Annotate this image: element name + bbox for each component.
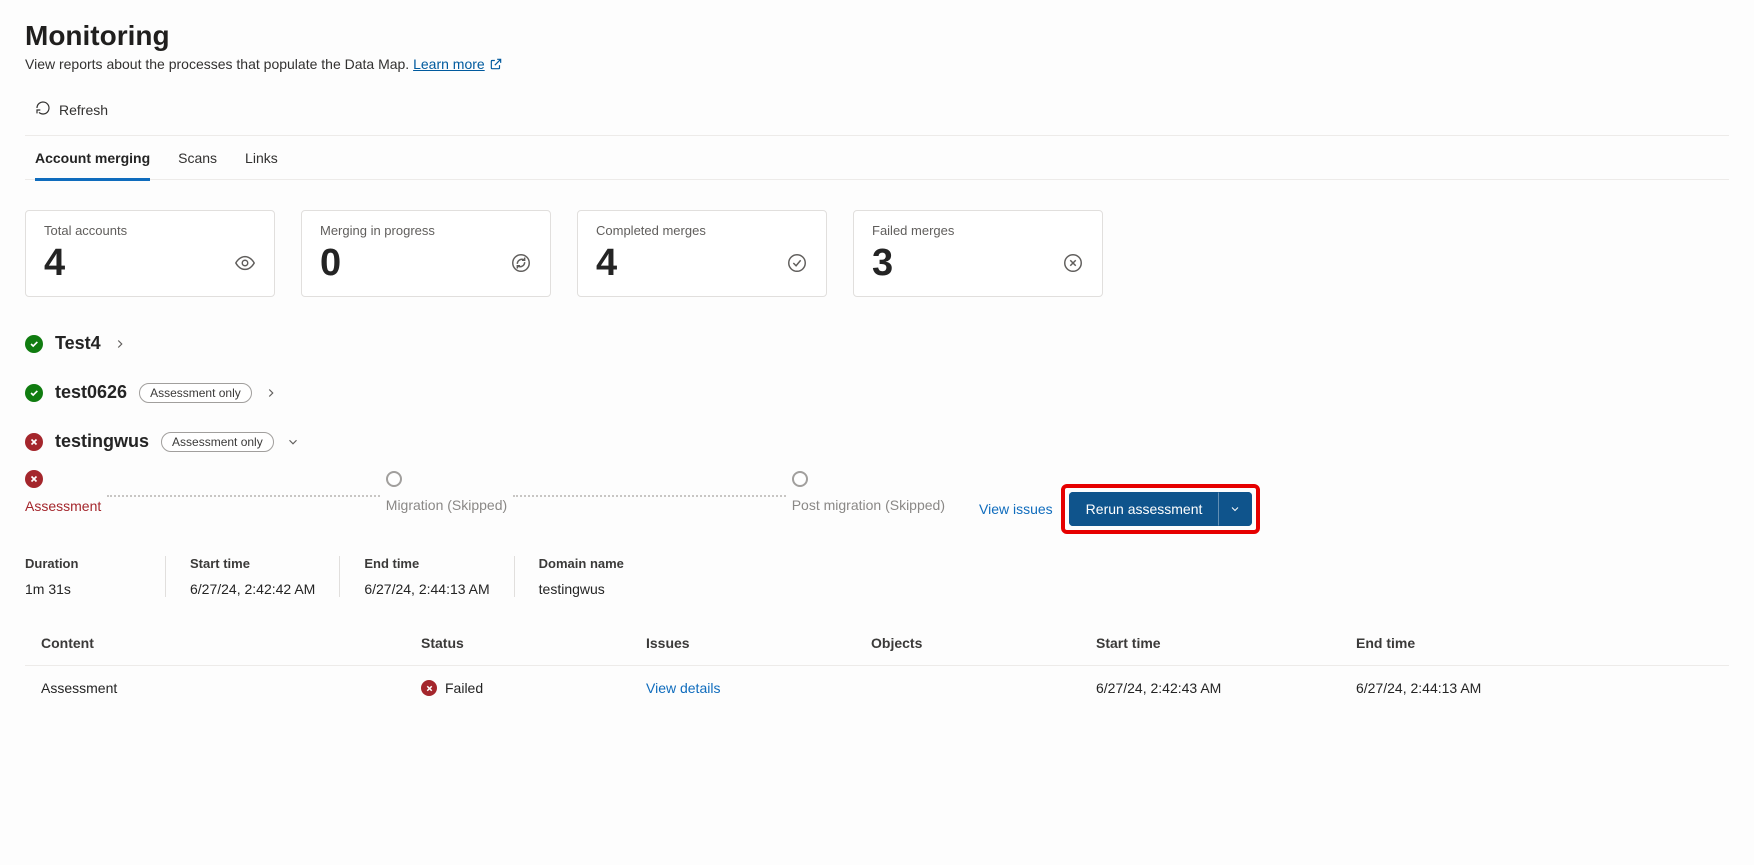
step-label: Migration (Skipped) xyxy=(386,497,507,513)
step-pending-icon xyxy=(792,471,808,487)
check-circle-icon xyxy=(786,252,808,274)
page-title: Monitoring xyxy=(25,20,1729,52)
metric-label: Merging in progress xyxy=(320,223,532,238)
learn-more-link[interactable]: Learn more xyxy=(413,56,503,72)
step-label: Post migration (Skipped) xyxy=(792,497,945,513)
meta-label: Start time xyxy=(190,556,315,571)
meta-value: 6/27/24, 2:42:42 AM xyxy=(190,581,315,597)
meta-duration: Duration 1m 31s xyxy=(25,556,165,597)
step-migration: Migration (Skipped) xyxy=(386,471,507,513)
account-name: Test4 xyxy=(55,333,101,354)
meta-label: Domain name xyxy=(539,556,630,571)
meta-value: 6/27/24, 2:44:13 AM xyxy=(364,581,489,597)
metric-label: Completed merges xyxy=(596,223,808,238)
rerun-assessment-button[interactable]: Rerun assessment xyxy=(1069,492,1219,526)
metrics-row: Total accounts 4 Merging in progress 0 xyxy=(25,210,1729,297)
account-list: Test4 test0626 Assessment only testingwu… xyxy=(25,319,1729,710)
cell-content: Assessment xyxy=(41,680,421,696)
meta-row: Duration 1m 31s Start time 6/27/24, 2:42… xyxy=(25,556,1729,597)
step-post-migration: Post migration (Skipped) xyxy=(792,471,945,513)
account-expanded-detail: Assessment Migration (Skipped) Post migr… xyxy=(25,470,1729,710)
status-error-icon xyxy=(421,680,437,696)
chevron-down-icon xyxy=(1229,503,1241,515)
status-success-icon xyxy=(25,335,43,353)
assessment-only-badge: Assessment only xyxy=(161,432,274,452)
metric-value: 4 xyxy=(44,244,65,282)
metric-label: Total accounts xyxy=(44,223,256,238)
metric-value: 0 xyxy=(320,244,341,282)
progress-track: Assessment Migration (Skipped) Post migr… xyxy=(25,470,945,514)
progress-row: Assessment Migration (Skipped) Post migr… xyxy=(25,470,1729,534)
col-status: Status xyxy=(421,635,646,651)
table-row: Assessment Failed View details 6/27/24, … xyxy=(25,666,1729,710)
refresh-icon xyxy=(35,100,51,119)
col-content: Content xyxy=(41,635,421,651)
metric-card-completed-merges[interactable]: Completed merges 4 xyxy=(577,210,827,297)
col-end: End time xyxy=(1356,635,1713,651)
col-objects: Objects xyxy=(871,635,1096,651)
table-header: Content Status Issues Objects Start time… xyxy=(25,621,1729,666)
meta-value: testingwus xyxy=(539,581,630,597)
rerun-highlight-box: Rerun assessment xyxy=(1061,484,1261,534)
tab-account-merging[interactable]: Account merging xyxy=(35,136,150,180)
step-connector xyxy=(513,495,786,497)
status-success-icon xyxy=(25,384,43,402)
step-connector xyxy=(107,495,380,497)
cell-end: 6/27/24, 2:44:13 AM xyxy=(1356,680,1713,696)
metric-value: 3 xyxy=(872,244,893,282)
tab-links[interactable]: Links xyxy=(245,136,278,180)
chevron-right-icon xyxy=(264,386,278,400)
view-details-link[interactable]: View details xyxy=(646,680,720,696)
eye-icon xyxy=(234,252,256,274)
account-row-test0626[interactable]: test0626 Assessment only xyxy=(25,368,1729,417)
sync-icon xyxy=(510,252,532,274)
rerun-assessment-split-button: Rerun assessment xyxy=(1069,492,1253,526)
metric-value: 4 xyxy=(596,244,617,282)
account-row-testingwus[interactable]: testingwus Assessment only xyxy=(25,417,1729,466)
step-label: Assessment xyxy=(25,498,101,514)
assessment-only-badge: Assessment only xyxy=(139,383,252,403)
meta-label: End time xyxy=(364,556,489,571)
progress-actions: View issues Rerun assessment xyxy=(979,470,1260,534)
page-subtitle-text: View reports about the processes that po… xyxy=(25,56,409,72)
rerun-assessment-dropdown[interactable] xyxy=(1218,492,1252,526)
meta-domain-name: Domain name testingwus xyxy=(514,556,654,597)
tabs: Account merging Scans Links xyxy=(25,136,1729,180)
meta-label: Duration xyxy=(25,556,141,571)
chevron-right-icon xyxy=(113,337,127,351)
meta-end-time: End time 6/27/24, 2:44:13 AM xyxy=(339,556,513,597)
toolbar: Refresh xyxy=(25,94,1729,136)
account-name: testingwus xyxy=(55,431,149,452)
cell-issues: View details xyxy=(646,680,871,696)
cell-start: 6/27/24, 2:42:43 AM xyxy=(1096,680,1356,696)
external-link-icon xyxy=(489,57,503,71)
page-subtitle: View reports about the processes that po… xyxy=(25,56,1729,72)
metric-label: Failed merges xyxy=(872,223,1084,238)
account-name: test0626 xyxy=(55,382,127,403)
step-pending-icon xyxy=(386,471,402,487)
col-start: Start time xyxy=(1096,635,1356,651)
metric-card-failed-merges[interactable]: Failed merges 3 xyxy=(853,210,1103,297)
cell-status: Failed xyxy=(421,680,646,696)
col-issues: Issues xyxy=(646,635,871,651)
step-assessment: Assessment xyxy=(25,470,101,514)
metric-card-merging-in-progress[interactable]: Merging in progress 0 xyxy=(301,210,551,297)
metric-card-total-accounts[interactable]: Total accounts 4 xyxy=(25,210,275,297)
status-error-icon xyxy=(25,433,43,451)
meta-start-time: Start time 6/27/24, 2:42:42 AM xyxy=(165,556,339,597)
step-error-icon xyxy=(25,470,43,488)
x-circle-icon xyxy=(1062,252,1084,274)
view-issues-link[interactable]: View issues xyxy=(979,501,1053,517)
chevron-down-icon xyxy=(286,435,300,449)
meta-value: 1m 31s xyxy=(25,581,141,597)
tab-scans[interactable]: Scans xyxy=(178,136,217,180)
account-row-test4[interactable]: Test4 xyxy=(25,319,1729,368)
refresh-button[interactable]: Refresh xyxy=(25,94,118,125)
